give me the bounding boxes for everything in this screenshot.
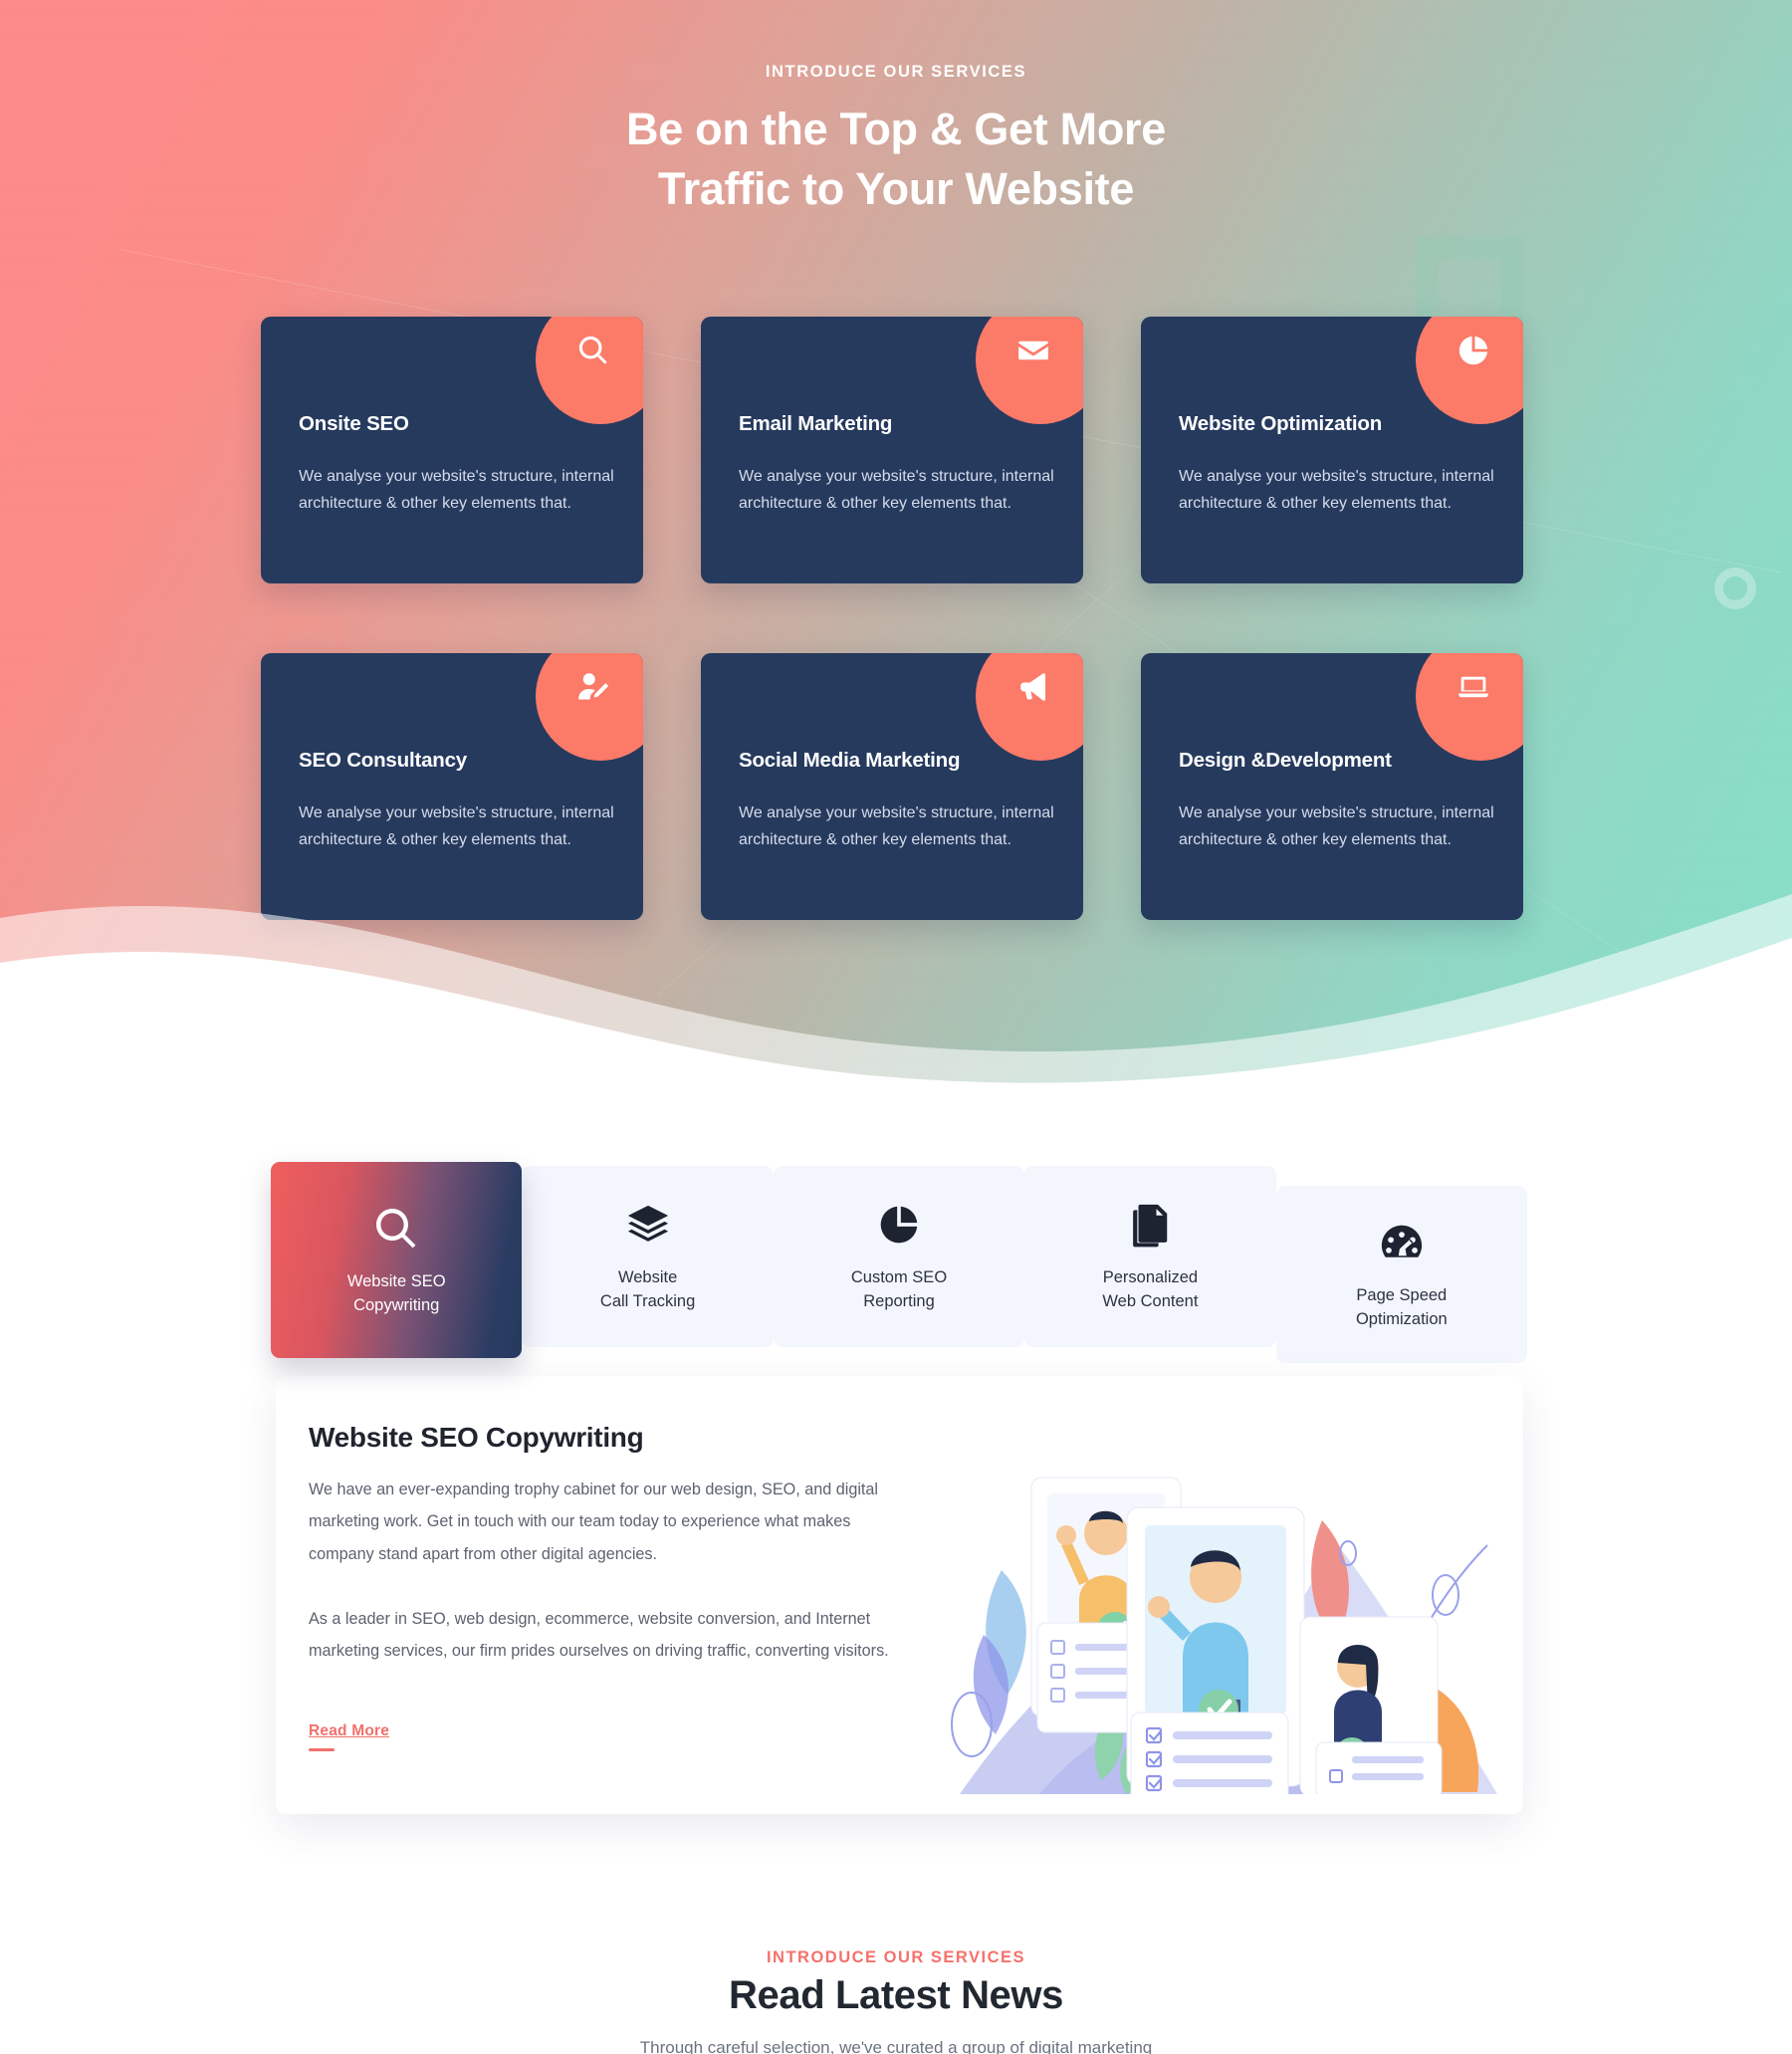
- service-card-title: Onsite SEO: [299, 412, 409, 435]
- service-card[interactable]: Email Marketing We analyse your website's…: [701, 317, 1083, 583]
- documents-icon: [1127, 1199, 1173, 1251]
- laptop-icon: [1456, 676, 1504, 709]
- pie-chart-icon: [1456, 336, 1504, 372]
- service-card-badge: [976, 653, 1083, 761]
- tab-website-seo-copywriting[interactable]: Website SEO Copywriting: [271, 1162, 523, 1358]
- tab-label: Personalized Web Content: [1102, 1268, 1199, 1310]
- tab-website-call-tracking[interactable]: Website Call Tracking: [522, 1166, 774, 1347]
- people-profile-cards-illustration: [951, 1477, 1497, 1794]
- tab-page-speed-optimization[interactable]: Page Speed Optimization: [1275, 1186, 1528, 1363]
- service-card-badge: [1416, 653, 1523, 761]
- tab-label: Custom SEO Reporting: [850, 1268, 948, 1310]
- service-card-description: We analyse your website's structure, int…: [1179, 468, 1494, 512]
- page-title: Be on the Top & Get More Traffic to Your…: [0, 100, 1792, 219]
- panel-paragraph-2: As a leader in SEO, web design, ecommerc…: [309, 1610, 889, 1661]
- service-card-title: Social Media Marketing: [739, 749, 961, 772]
- service-card-badge: [976, 317, 1083, 424]
- tab-label: Page Speed Optimization: [1355, 1286, 1448, 1328]
- search-icon: [372, 1203, 420, 1255]
- service-card-badge: [1416, 317, 1523, 424]
- service-card-title: Design &Development: [1179, 749, 1392, 772]
- hero-eyebrow: INTRODUCE OUR SERVICES: [765, 63, 1027, 81]
- search-icon: [576, 336, 624, 372]
- tab-panel: Website SEO Copywriting We have an ever-…: [276, 1376, 1523, 1814]
- service-card-description: We analyse your website's structure, int…: [739, 468, 1054, 512]
- megaphone-icon: [1016, 672, 1064, 709]
- user-edit-icon: [576, 672, 624, 709]
- wave-divider: [0, 894, 1792, 1095]
- speedometer-icon: [1379, 1217, 1425, 1268]
- envelope-icon: [1016, 341, 1064, 372]
- tab-personalized-web-content[interactable]: Personalized Web Content: [1024, 1166, 1276, 1347]
- read-more-link[interactable]: Read More: [309, 1722, 389, 1740]
- tab-label: Website SEO Copywriting: [346, 1271, 446, 1314]
- hero-title-line-2: Traffic to Your Website: [657, 162, 1135, 214]
- service-card-title: Email Marketing: [739, 412, 893, 435]
- pie-chart-icon: [877, 1199, 921, 1251]
- service-card[interactable]: Onsite SEO We analyse your website's stru…: [261, 317, 643, 583]
- tab-custom-seo-reporting[interactable]: Custom SEO Reporting: [773, 1166, 1025, 1347]
- panel-title: Website SEO Copywriting: [309, 1422, 644, 1453]
- news-subtitle: Through careful selection, we've curated…: [639, 2038, 1153, 2054]
- service-tabs[interactable]: Website SEO Copywriting Website Call Trac…: [271, 1162, 1528, 1363]
- hero-title-line-1: Be on the Top & Get More: [626, 104, 1166, 154]
- service-card-badge: [536, 317, 643, 424]
- read-more-underline: [309, 1748, 335, 1751]
- tab-label: Website Call Tracking: [599, 1268, 696, 1310]
- decorative-ring: [1714, 568, 1756, 609]
- service-card-title: SEO Consultancy: [299, 749, 468, 772]
- panel-paragraph-1: We have an ever-expanding trophy cabinet…: [309, 1481, 879, 1563]
- service-card-badge: [536, 653, 643, 761]
- service-card-description: We analyse your website's structure, int…: [299, 468, 614, 512]
- news-eyebrow: INTRODUCE OUR SERVICES: [766, 1948, 1026, 1966]
- service-card[interactable]: Website Optimization We analyse your webs…: [1141, 317, 1523, 583]
- hero-section: INTRODUCE OUR SERVICES Be on the Top & G…: [0, 0, 1792, 1095]
- service-card-title: Website Optimization: [1179, 412, 1383, 435]
- news-title: Read Latest News: [729, 1973, 1063, 2017]
- layers-icon: [625, 1199, 671, 1251]
